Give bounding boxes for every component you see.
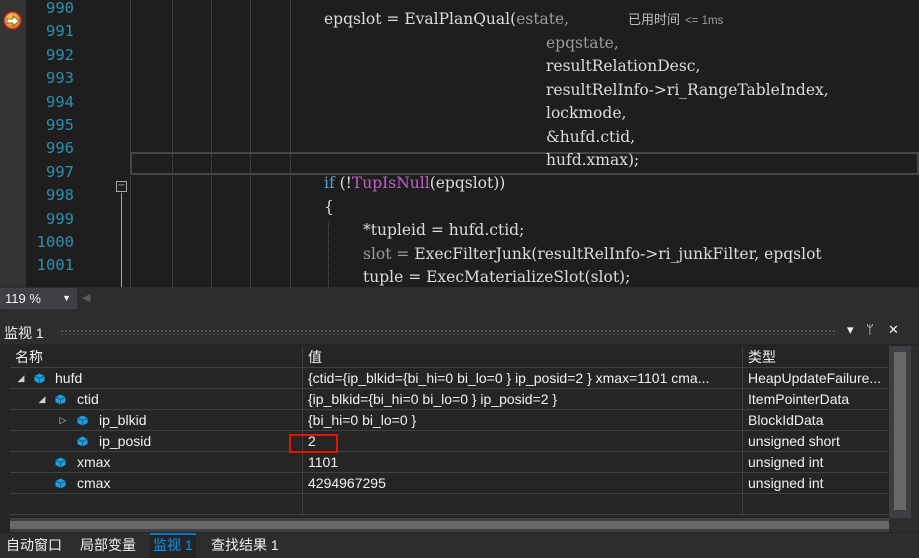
watch-row-name: ctid [77,391,99,407]
line-number: 992 [46,45,74,64]
line-number: 993 [46,69,74,88]
pin-icon[interactable]: ᛘ [866,322,874,340]
tab-autos[interactable]: 自动窗口 [3,533,65,558]
code-line-996: hufd.xmax); [546,151,640,169]
fold-collapse-toggle[interactable]: − [116,181,127,192]
annotation-highlight-box [289,434,338,453]
line-number: 995 [46,116,74,134]
zoom-level-value: 119 % [5,291,41,306]
watch-row-type: BlockIdData [748,412,824,428]
perf-tip-label: 已用时间 [628,12,681,27]
tab-locals[interactable]: 局部变量 [77,533,139,558]
watch-row[interactable]: ▷ ip_blkid {bi_hi=0 bi_lo=0 } BlockIdDat… [10,410,889,431]
expanded-triangle-icon[interactable]: ◢ [36,389,48,410]
add-watch-row[interactable] [10,494,889,515]
watch-row-name: hufd [55,370,83,386]
watch-row-name: cmax [77,475,111,491]
watch-row[interactable]: ◢ ctid {ip_blkid={bi_hi=0 bi_lo=0 } ip_p… [10,389,889,410]
code-line-999: *tupleid = hufd.ctid; [363,221,525,240]
watch-panel: 监视 1 ▾ ᛘ ✕ 名称 值 类型 ◢ hufd {ctid={ip_blki… [0,320,919,533]
watch-row-name: ip_blkid [99,412,147,428]
variable-icon [77,415,88,426]
watch-panel-title-bar[interactable]: 监视 1 ▾ ᛘ ✕ [0,320,919,344]
line-number: 994 [46,92,74,111]
code-line-990: epqslot = EvalPlanQual(estate, [324,10,570,28]
watch-row[interactable]: ◢ hufd {ctid={ip_blkid={bi_hi=0 bi_lo=0 … [10,368,889,389]
variable-icon [34,373,45,384]
watch-panel-title: 监视 1 [4,325,44,341]
scroll-left-icon[interactable]: ◀ [82,291,90,304]
watch-row-type: ItemPointerData [748,391,850,407]
watch-row-value[interactable]: 4294967295 [303,473,743,494]
watch-row-type: unsigned int [748,454,824,470]
scrollbar-corner [889,518,919,532]
code-line-998: { [324,197,334,216]
variable-icon [55,394,66,405]
line-number: 1001 [36,256,74,275]
watch-row-value[interactable]: 2 [303,431,743,452]
collapsed-triangle-icon[interactable]: ▷ [57,410,69,431]
watch-grid[interactable]: 名称 值 类型 ◢ hufd {ctid={ip_blkid={bi_hi=0 … [10,346,889,518]
variable-icon [55,478,66,489]
perf-tip[interactable]: 已用时间 <= 1ms [628,8,723,31]
tab-find-results-1[interactable]: 查找结果 1 [208,533,282,558]
column-header-value[interactable]: 值 [303,346,743,368]
code-editor[interactable]: 990 991 992 993 994 995 996 997 998 999 … [0,0,919,287]
line-number: 990 [46,0,74,17]
variable-icon [77,436,88,447]
watch-row-name: xmax [77,454,111,470]
watch-row-value[interactable]: {ip_blkid={bi_hi=0 bi_lo=0 } ip_posid=2 … [303,389,743,410]
line-number: 999 [46,209,74,228]
watch-row-value[interactable]: {ctid={ip_blkid={bi_hi=0 bi_lo=0 } ip_po… [303,368,743,389]
vertical-scrollbar[interactable] [889,346,911,518]
horizontal-scrollbar[interactable] [10,518,889,532]
variable-icon [55,457,66,468]
window-position-dropdown-icon[interactable]: ▾ [847,322,854,340]
line-number-gutter: 990 991 992 993 994 995 996 997 998 999 … [26,0,74,287]
chevron-down-icon: ▼ [62,293,71,303]
tool-window-tabs: 自动窗口 局部变量 监视 1 查找结果 1 [0,533,919,558]
watch-row-value[interactable]: {bi_hi=0 bi_lo=0 } [303,410,743,431]
scrollbar-thumb[interactable] [894,352,906,510]
tab-watch-1[interactable]: 监视 1 [150,533,196,558]
scrollbar-thumb[interactable] [10,521,889,529]
watch-row-name: ip_posid [99,433,152,449]
code-line-993: resultRelInfo->ri_RangeTableIndex, [546,80,829,99]
glyph-margin[interactable] [0,0,26,287]
column-header-name[interactable]: 名称 [10,346,303,368]
watch-row-type: unsigned int [748,475,824,491]
expanded-triangle-icon[interactable]: ◢ [15,368,27,389]
code-text[interactable]: epqslot = EvalPlanQual(estate, 已用时间 <= 1… [130,0,919,287]
zoom-level-select[interactable]: 119 % ▼ [0,288,77,309]
watch-row-type: HeapUpdateFailure... [748,370,882,386]
code-line-992: resultRelationDesc, [546,57,701,76]
watch-row[interactable]: xmax 1101 unsigned int [10,452,889,473]
close-icon[interactable]: ✕ [888,322,899,340]
watch-row[interactable]: cmax 4294967295 unsigned int [10,473,889,494]
breakpoint-current-statement-icon[interactable] [3,11,22,30]
watch-row-value[interactable]: 1101 [303,452,743,473]
watch-row-type: unsigned short [748,433,840,449]
code-line-1001: tuple = ExecMaterializeSlot(slot); [363,268,631,286]
line-number: 997 [46,162,74,181]
column-header-type[interactable]: 类型 [743,346,889,368]
line-number: 996 [46,139,74,158]
line-number: 998 [46,186,74,205]
panel-edge [911,346,919,518]
fold-line [121,193,122,287]
code-line-995: &hufd.ctid, [546,127,636,146]
splitter[interactable] [0,310,919,320]
perf-tip-value: <= 1ms [684,15,724,27]
line-number: 991 [46,22,74,41]
editor-status-bar: 119 % ▼ ◀ [0,287,919,310]
watch-row[interactable]: ip_posid 2 unsigned short [10,431,889,452]
code-line-1000: slot = ExecFilterJunk(resultRelInfo->ri_… [363,244,822,263]
code-line-994: lockmode, [546,104,627,123]
line-number: 1000 [36,233,74,251]
code-line-997: if (!TupIsNull(epqslot)) [324,174,506,193]
code-line-991: epqstate, [546,34,619,52]
drag-grip[interactable] [60,329,836,335]
